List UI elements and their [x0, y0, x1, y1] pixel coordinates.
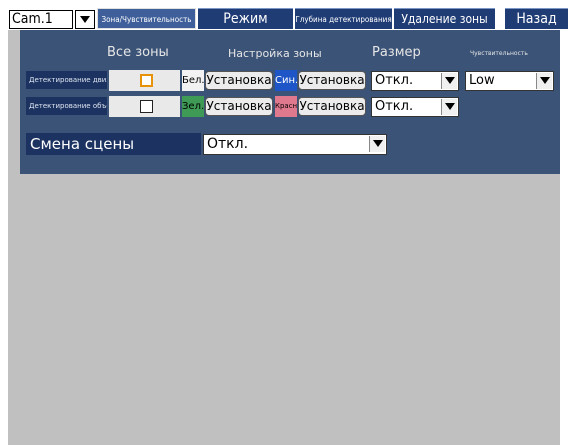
- camera-dropdown-button[interactable]: [75, 10, 95, 29]
- zone-color-white: Бел.: [182, 70, 204, 91]
- all-zones-checkbox-object[interactable]: [140, 100, 153, 113]
- size-select-object[interactable]: Откл.: [371, 97, 459, 117]
- sensitivity-select[interactable]: Low: [465, 71, 554, 91]
- setup-button-green-zone[interactable]: Установка: [205, 97, 273, 116]
- zone-color-blue: Син.: [275, 70, 297, 91]
- tab-zone-sensitivity[interactable]: Зона/Чувствительность: [97, 8, 196, 29]
- setup-button-red-zone[interactable]: Установка: [298, 97, 366, 116]
- row-label-motion-detection: Детектирование движения: [26, 71, 107, 89]
- camera-select[interactable]: Cam.1: [9, 10, 73, 29]
- scene-change-select[interactable]: Откл.: [203, 134, 387, 155]
- chevron-down-icon: [536, 73, 552, 89]
- setup-button-white-zone[interactable]: Установка: [205, 71, 273, 90]
- tab-delete-zone[interactable]: Удаление зоны: [394, 8, 495, 29]
- size-select-motion-value: Откл.: [375, 73, 414, 88]
- header-zone-setup: Настройка зоны: [228, 47, 322, 60]
- tab-mode[interactable]: Режим: [198, 8, 293, 29]
- back-button[interactable]: Назад: [505, 8, 568, 29]
- chevron-down-icon: [80, 16, 90, 23]
- header-all-zones: Все зоны: [107, 45, 169, 60]
- header-sensitivity: Чувствительность: [470, 50, 528, 57]
- sensitivity-select-value: Low: [469, 73, 495, 88]
- zone-color-green: Зел.: [182, 96, 204, 117]
- size-select-motion[interactable]: Откл.: [371, 71, 459, 91]
- row-label-object-detection: Детектирование объекта: [26, 97, 107, 115]
- zone-color-red: Красн.: [275, 96, 297, 117]
- setup-button-blue-zone[interactable]: Установка: [298, 71, 366, 90]
- header-size: Размер: [372, 45, 421, 60]
- size-select-object-value: Откл.: [375, 99, 414, 114]
- scene-change-label: Смена сцены: [26, 133, 201, 155]
- all-zones-cell: [109, 96, 180, 117]
- chevron-down-icon: [441, 73, 457, 89]
- chevron-down-icon: [441, 99, 457, 115]
- all-zones-cell: [109, 70, 180, 91]
- all-zones-checkbox-motion[interactable]: [140, 74, 153, 87]
- scene-change-value: Откл.: [207, 136, 249, 152]
- tab-detection-depth[interactable]: Глубина детектирования: [295, 8, 392, 29]
- chevron-down-icon: [369, 136, 385, 152]
